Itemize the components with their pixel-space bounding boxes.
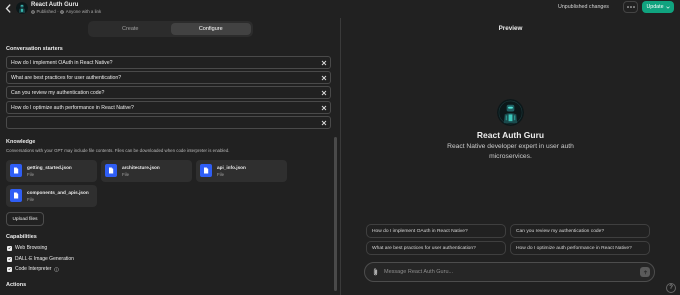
scrollbar-thumb[interactable] [334,137,337,291]
knowledge-heading: Knowledge [6,139,36,145]
file-name: architecture.json [122,165,160,170]
starter-input[interactable] [7,117,317,128]
published-icon [31,9,35,14]
info-icon[interactable] [54,266,60,272]
starter-input[interactable] [7,102,317,113]
preview-gpt-name: React Auth Guru [476,130,545,140]
preview-heading: Preview [498,25,523,32]
capability-web-browsing: Web Browsing [7,245,47,251]
builder-tabs: Create Configure [88,21,253,37]
file-type: File [27,197,35,202]
tab-configure[interactable]: Configure [170,23,251,35]
document-icon [105,164,117,177]
unpublished-changes-label: Unpublished changes [558,4,609,10]
close-icon[interactable] [321,105,327,111]
knowledge-files: getting_started.json File architecture.j… [6,160,287,207]
help-button[interactable]: ? [666,283,676,293]
chevron-down-icon [665,5,670,9]
capability-label: Code Interpreter [15,266,52,272]
update-button[interactable]: Update [642,1,674,13]
capability-dalle: DALL·E Image Generation [7,256,74,262]
starter-row [6,71,331,84]
arrow-up-icon [643,269,648,275]
file-type: File [217,172,225,177]
suggestion-button[interactable]: Can you review my authentication code? [510,224,650,238]
document-icon [200,164,212,177]
gpt-avatar [497,99,524,126]
link-icon [60,9,65,14]
capabilities-heading: Capabilities [6,234,37,240]
starter-row [6,86,331,99]
ellipsis-icon [626,6,635,8]
back-chevron-icon[interactable] [5,4,11,13]
send-button[interactable] [640,267,650,277]
suggestion-button[interactable]: How do I implement OAuth in React Native… [366,224,506,238]
visibility-label: Anyone with a link [65,9,102,14]
tab-create[interactable]: Create [90,23,171,35]
file-card[interactable]: getting_started.json File [6,160,97,182]
starter-input[interactable] [7,57,317,68]
close-icon[interactable] [321,120,327,126]
checkbox[interactable] [7,266,12,272]
suggestion-button[interactable]: How do I optimize auth performance in Re… [510,241,650,255]
upload-files-button[interactable]: Upload files [6,212,44,226]
close-icon[interactable] [321,90,327,96]
suggestion-button[interactable]: What are best practices for user authent… [366,241,506,255]
document-icon [10,164,22,177]
file-name: components_and_apis.json [27,190,89,195]
starter-row [6,101,331,114]
paperclip-icon[interactable] [373,268,378,276]
gpt-title: React Auth Guru [31,1,79,8]
starter-input[interactable] [7,72,317,83]
file-name: api_info.json [217,165,246,170]
status-separator: · [57,9,59,14]
close-icon[interactable] [321,60,327,66]
starter-row [6,56,331,69]
file-type: File [122,172,130,177]
panel-divider [340,18,341,295]
more-options-button[interactable] [623,1,638,13]
checkbox[interactable] [7,245,12,251]
file-card[interactable]: api_info.json File [196,160,287,182]
update-button-label: Update [646,4,664,10]
capability-label: Web Browsing [15,245,48,251]
close-icon[interactable] [321,75,327,81]
file-card[interactable]: components_and_apis.json File [6,185,97,207]
gpt-avatar-small [16,2,28,14]
publish-status: Published · Anyone with a link [31,9,101,14]
file-type: File [27,172,35,177]
publish-status-label: Published [36,9,56,14]
conversation-starters-heading: Conversation starters [6,46,63,52]
document-icon [10,189,22,202]
capability-label: DALL·E Image Generation [15,256,74,262]
preview-gpt-description: React Native developer expert in user au… [447,143,574,160]
message-input[interactable] [384,266,634,278]
message-composer [364,262,655,282]
actions-heading: Actions [6,282,27,288]
starter-input[interactable] [7,87,317,98]
file-card[interactable]: architecture.json File [101,160,192,182]
checkbox[interactable] [7,256,12,262]
file-name: getting_started.json [27,165,72,170]
knowledge-description: Conversations with your GPT may include … [6,148,230,153]
capability-code-interpreter: Code Interpreter [7,266,60,272]
starter-row [6,116,331,129]
